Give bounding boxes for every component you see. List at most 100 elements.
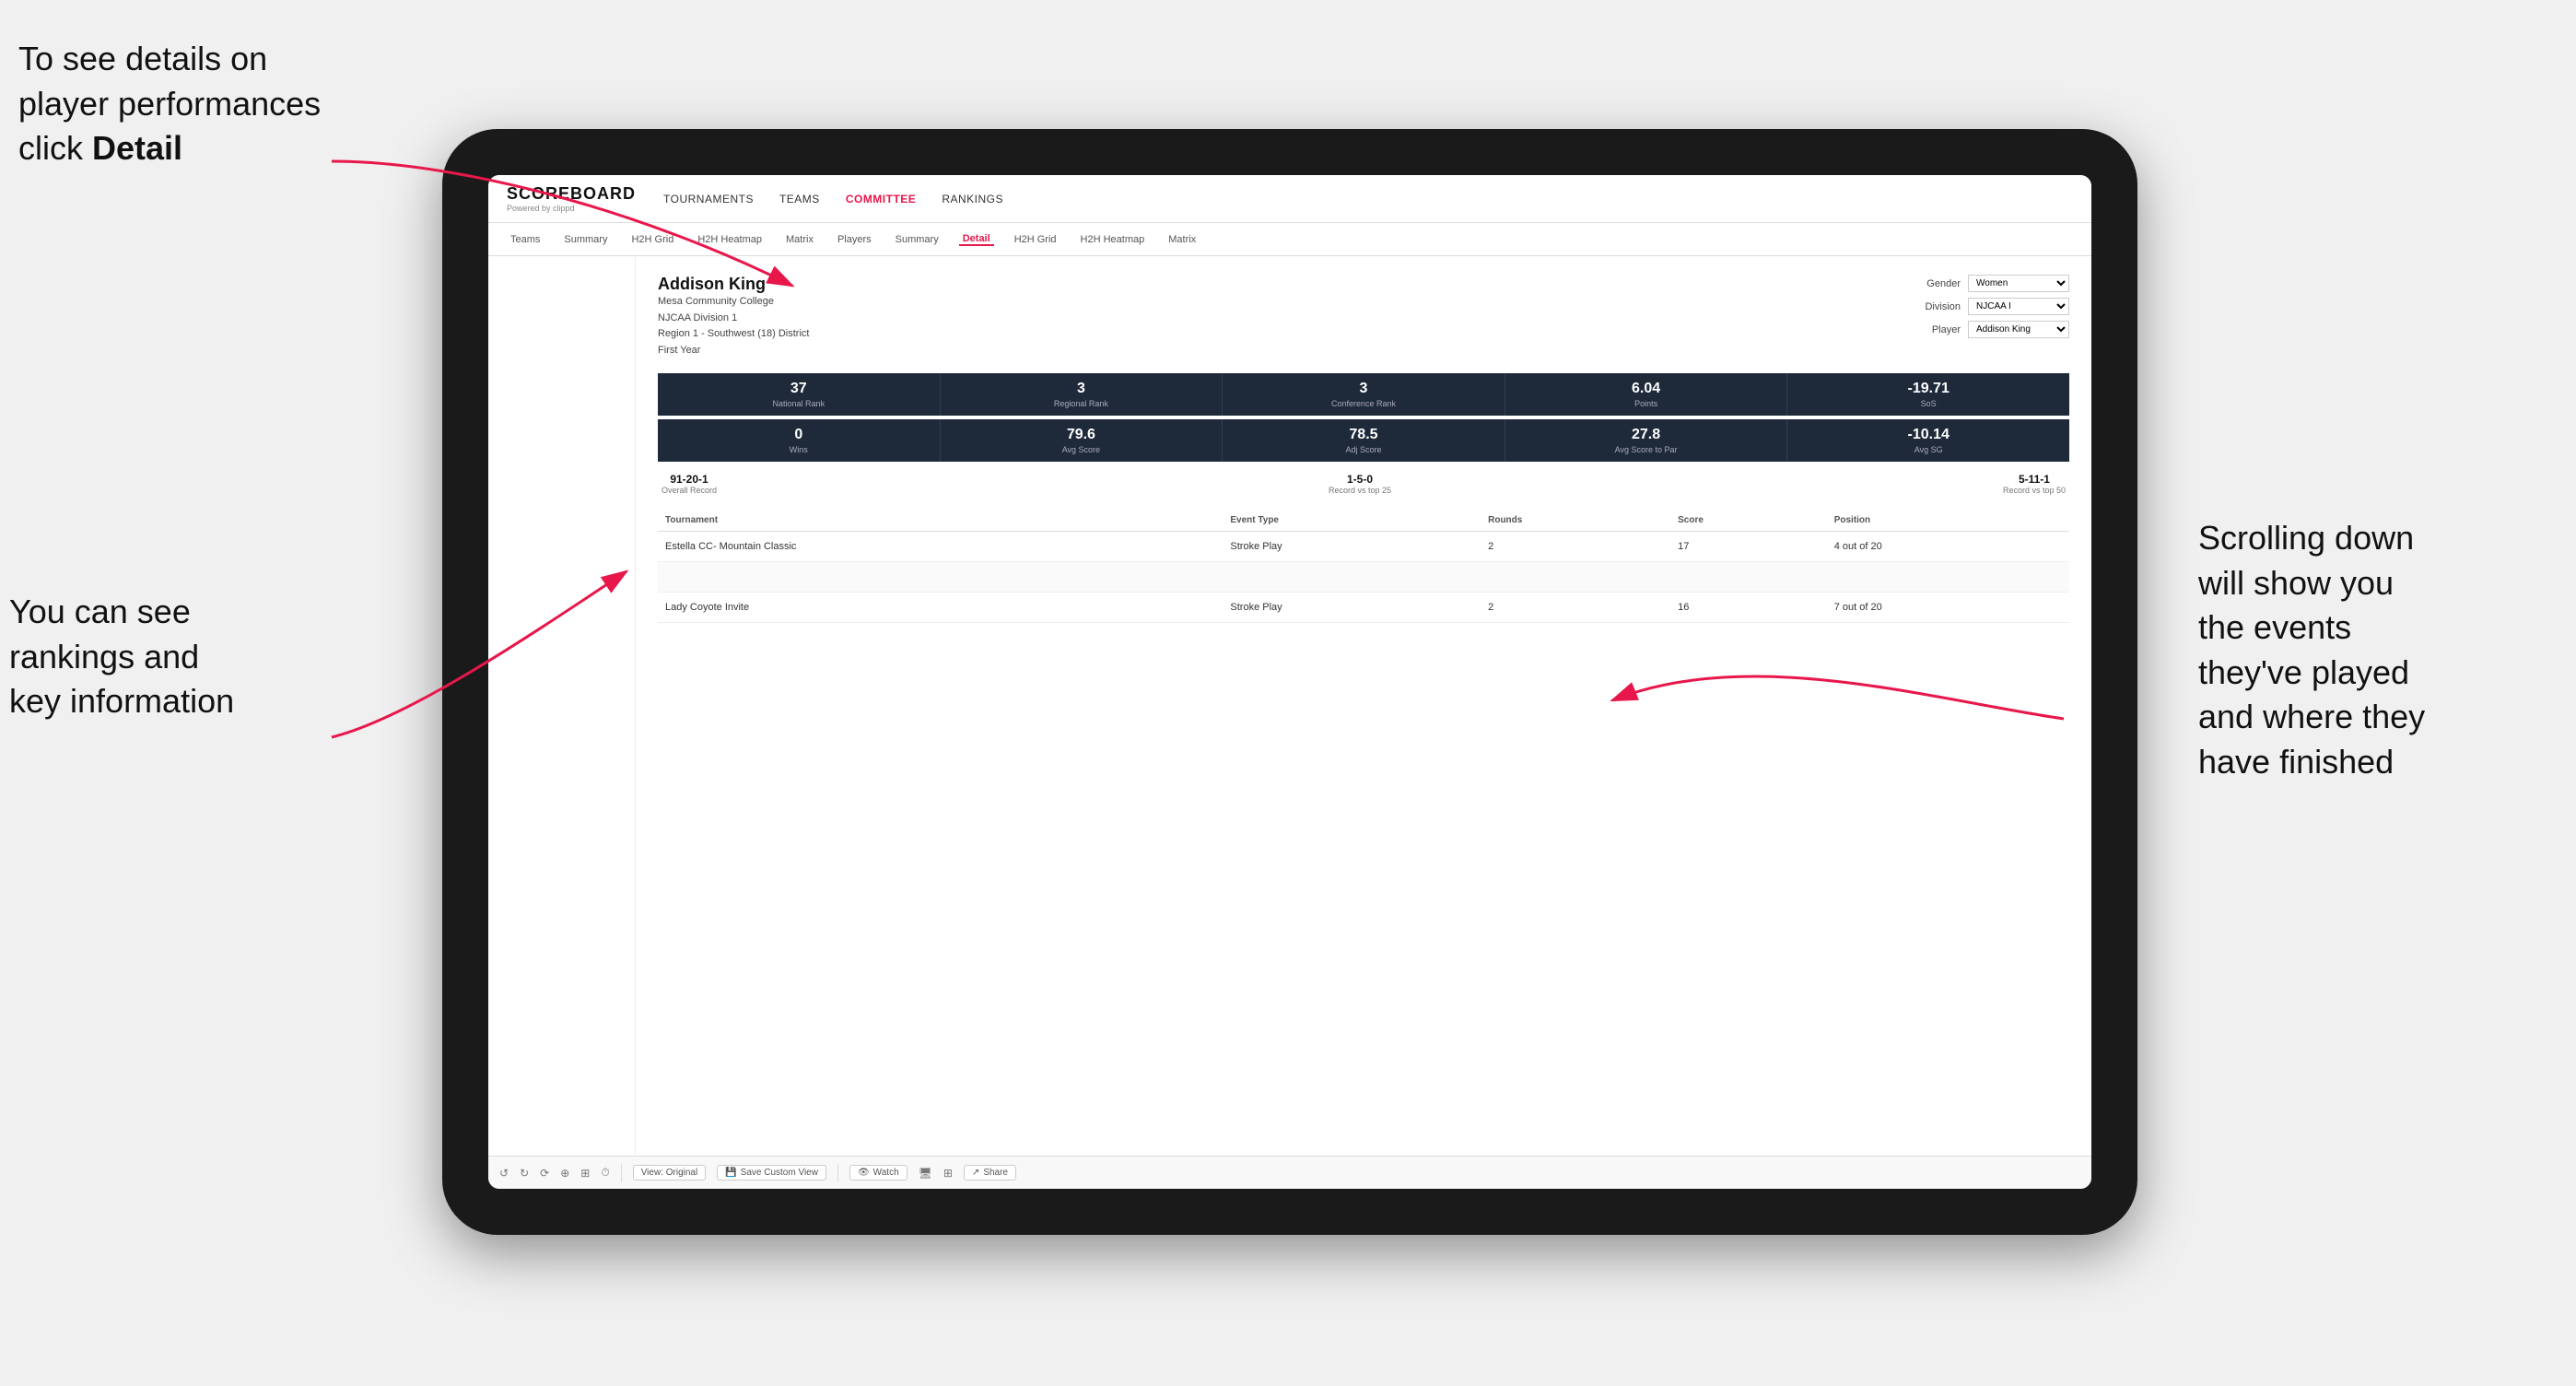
player-info: Addison King Mesa Community College NJCA… xyxy=(658,275,809,358)
player-row: Player Addison King xyxy=(1909,321,2069,338)
table-row: Estella CC- Mountain Classic Stroke Play… xyxy=(658,532,2069,562)
logo-title: SCOREBOARD xyxy=(507,184,636,204)
gender-select[interactable]: Women Men xyxy=(1968,275,2069,292)
subnav-teams[interactable]: Teams xyxy=(507,234,544,245)
stat-value-wins: 0 xyxy=(662,427,936,443)
annotation-bottomleft: You can see rankings and key information xyxy=(9,590,341,724)
stat-label-national: National Rank xyxy=(662,399,936,408)
division-row: Division NJCAA I NJCAA II xyxy=(1909,298,2069,315)
stat-value-sos: -19.71 xyxy=(1791,381,2066,397)
share-button[interactable]: ↗ Share xyxy=(964,1165,1016,1180)
player-school: Mesa Community College xyxy=(658,294,809,311)
col-rounds: Rounds xyxy=(1481,510,1670,532)
view-original-label: View: Original xyxy=(641,1168,698,1178)
subnav-summary[interactable]: Summary xyxy=(560,234,611,245)
stat-value-adj-score: 78.5 xyxy=(1226,427,1501,443)
nav-tournaments[interactable]: TOURNAMENTS xyxy=(663,193,754,206)
clock-icon[interactable]: ⏱ xyxy=(601,1166,609,1180)
cell-tournament-2: Lady Coyote Invite xyxy=(658,593,1223,623)
stat-avg-sg: -10.14 Avg SG xyxy=(1787,419,2069,462)
stat-label-avg-score-par: Avg Score to Par xyxy=(1509,445,1784,454)
watch-label: Watch xyxy=(873,1168,899,1178)
subnav-matrix2[interactable]: Matrix xyxy=(1165,234,1200,245)
player-year: First Year xyxy=(658,343,809,359)
player-region: Region 1 - Southwest (18) District xyxy=(658,326,809,343)
stats-row1: 37 National Rank 3 Regional Rank 3 Confe… xyxy=(658,373,2069,416)
cell-event-blank xyxy=(1223,562,1481,593)
stat-adj-score: 78.5 Adj Score xyxy=(1223,419,1505,462)
layout-icon[interactable]: ⊞ xyxy=(580,1167,590,1180)
division-select[interactable]: NJCAA I NJCAA II xyxy=(1968,298,2069,315)
view-original-button[interactable]: View: Original xyxy=(633,1165,707,1180)
player-controls: Gender Women Men Division NJCAA I NJCAA … xyxy=(1909,275,2069,338)
subnav-h2h-grid2[interactable]: H2H Grid xyxy=(1011,234,1060,245)
gender-label: Gender xyxy=(1909,278,1961,289)
subnav-h2h-heatmap[interactable]: H2H Heatmap xyxy=(694,234,766,245)
record-label-top50: Record vs top 50 xyxy=(2003,486,2066,495)
top-nav: SCOREBOARD Powered by clippd TOURNAMENTS… xyxy=(488,175,2091,223)
redo-icon[interactable]: ↻ xyxy=(520,1167,529,1180)
monitor-icon[interactable]: 🖥 xyxy=(919,1167,932,1180)
record-label-overall: Overall Record xyxy=(662,486,717,495)
toolbar-divider xyxy=(621,1164,622,1182)
refresh-icon[interactable]: ⟳ xyxy=(540,1167,549,1180)
nav-rankings[interactable]: RANKINGS xyxy=(942,193,1003,206)
zoom-icon[interactable]: ⊕ xyxy=(560,1167,569,1180)
subnav-h2h-heatmap2[interactable]: H2H Heatmap xyxy=(1077,234,1149,245)
subnav-detail[interactable]: Detail xyxy=(959,233,994,246)
record-value-top50: 5-11-1 xyxy=(2003,473,2066,486)
table-row xyxy=(658,562,2069,593)
cell-event-type-2: Stroke Play xyxy=(1223,593,1481,623)
player-header: Addison King Mesa Community College NJCA… xyxy=(658,275,2069,358)
col-event-type: Event Type xyxy=(1223,510,1481,532)
eye-icon: 👁 xyxy=(858,1168,870,1178)
stat-label-wins: Wins xyxy=(662,445,936,454)
player-select[interactable]: Addison King xyxy=(1968,321,2069,338)
stat-avg-score-par: 27.8 Avg Score to Par xyxy=(1505,419,1788,462)
col-score: Score xyxy=(1670,510,1827,532)
tablet-frame: SCOREBOARD Powered by clippd TOURNAMENTS… xyxy=(442,129,2137,1235)
grid-icon[interactable]: ⊞ xyxy=(943,1167,953,1180)
cell-rounds-blank xyxy=(1481,562,1670,593)
subnav-matrix[interactable]: Matrix xyxy=(782,234,817,245)
share-icon: ↗ xyxy=(972,1168,979,1178)
stat-label-points: Points xyxy=(1509,399,1784,408)
stat-sos: -19.71 SoS xyxy=(1787,373,2069,416)
player-label: Player xyxy=(1909,324,1961,335)
undo-icon[interactable]: ↺ xyxy=(499,1167,509,1180)
cell-score-2: 16 xyxy=(1670,593,1827,623)
logo-area: SCOREBOARD Powered by clippd xyxy=(507,184,636,213)
nav-committee[interactable]: COMMITTEE xyxy=(846,193,917,206)
stat-points: 6.04 Points xyxy=(1505,373,1788,416)
stat-wins: 0 Wins xyxy=(658,419,941,462)
annotation-topleft: To see details on player performances cl… xyxy=(18,37,332,171)
division-label: Division xyxy=(1909,301,1961,312)
stat-label-conference: Conference Rank xyxy=(1226,399,1501,408)
cell-tournament-1: Estella CC- Mountain Classic xyxy=(658,532,1223,562)
save-custom-label: Save Custom View xyxy=(741,1168,818,1178)
stat-value-avg-score-par: 27.8 xyxy=(1509,427,1784,443)
subnav-h2h-grid[interactable]: H2H Grid xyxy=(627,234,677,245)
save-custom-button[interactable]: 💾 Save Custom View xyxy=(717,1165,826,1180)
col-tournament: Tournament xyxy=(658,510,1223,532)
subnav-summary2[interactable]: Summary xyxy=(892,234,943,245)
stat-label-regional: Regional Rank xyxy=(944,399,1219,408)
table-row: Lady Coyote Invite Stroke Play 2 16 7 ou… xyxy=(658,593,2069,623)
stat-regional-rank: 3 Regional Rank xyxy=(941,373,1224,416)
cell-rounds-1: 2 xyxy=(1481,532,1670,562)
main-nav: TOURNAMENTS TEAMS COMMITTEE RANKINGS xyxy=(663,193,1003,206)
tournament-table: Tournament Event Type Rounds Score Posit… xyxy=(658,510,2069,623)
record-top50: 5-11-1 Record vs top 50 xyxy=(2003,473,2066,495)
stat-value-avg-score: 79.6 xyxy=(944,427,1219,443)
stat-value-regional: 3 xyxy=(944,381,1219,397)
stat-label-sos: SoS xyxy=(1791,399,2066,408)
content-area: Addison King Mesa Community College NJCA… xyxy=(488,256,2091,1156)
stat-avg-score: 79.6 Avg Score xyxy=(941,419,1224,462)
watch-button[interactable]: 👁 Watch xyxy=(849,1165,907,1180)
stat-national-rank: 37 National Rank xyxy=(658,373,941,416)
nav-teams[interactable]: TEAMS xyxy=(779,193,820,206)
save-icon: 💾 xyxy=(725,1168,736,1178)
subnav-players[interactable]: Players xyxy=(834,234,875,245)
player-name: Addison King xyxy=(658,275,809,294)
stat-conference-rank: 3 Conference Rank xyxy=(1223,373,1505,416)
